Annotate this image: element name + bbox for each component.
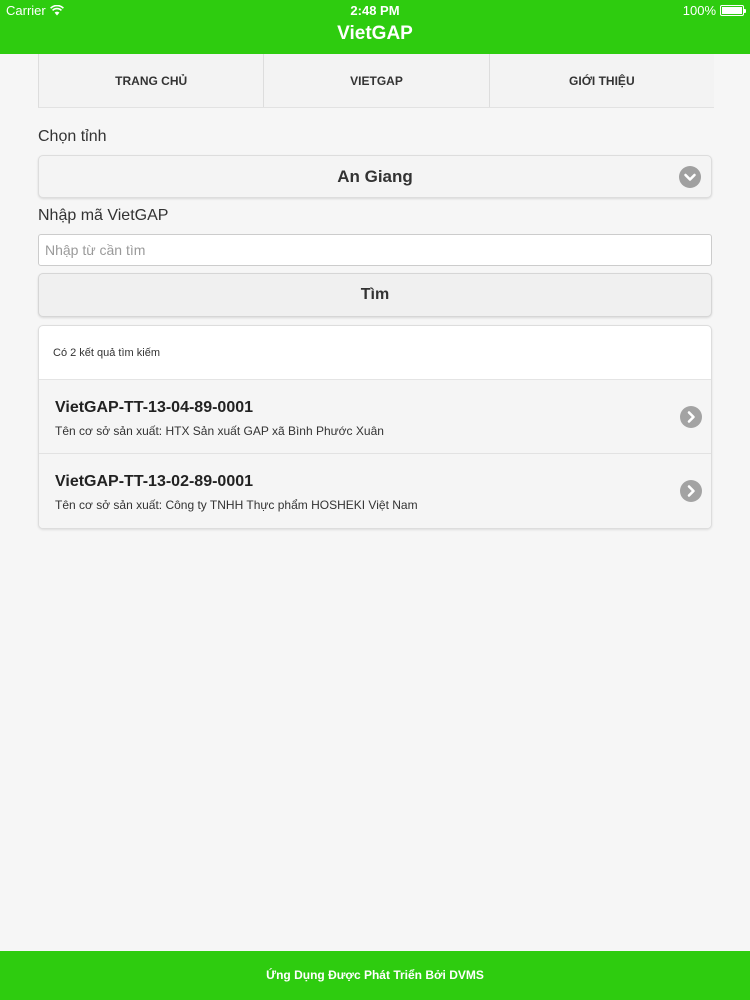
- result-producer: Tên cơ sở sản xuất: Công ty TNHH Thực ph…: [55, 498, 418, 512]
- tab-bar: TRANG CHỦ VIETGAP GIỚI THIỆU: [38, 54, 714, 108]
- results-summary: Có 2 kết quả tìm kiếm: [39, 326, 711, 380]
- tab-about[interactable]: GIỚI THIỆU: [490, 54, 714, 107]
- tab-home[interactable]: TRANG CHỦ: [39, 54, 265, 107]
- province-label: Chọn tỉnh: [38, 128, 107, 145]
- tab-vietgap[interactable]: VIETGAP: [264, 54, 490, 107]
- footer-credit: Ứng Dụng Được Phát Triển Bởi DVMS: [266, 968, 484, 982]
- app-footer: Ứng Dụng Được Phát Triển Bởi DVMS: [0, 951, 750, 1000]
- page-title: VietGAP: [337, 23, 413, 44]
- battery-indicator: 100%: [682, 3, 746, 18]
- result-producer: Tên cơ sở sản xuất: HTX Sản xuất GAP xã …: [55, 424, 384, 438]
- result-item[interactable]: VietGAP-TT-13-04-89-0001 Tên cơ sở sản x…: [39, 380, 711, 454]
- result-code: VietGAP-TT-13-02-89-0001: [55, 473, 254, 490]
- search-button[interactable]: Tìm: [38, 273, 712, 317]
- battery-icon: [720, 5, 746, 16]
- province-select[interactable]: An Giang: [38, 155, 712, 198]
- results-list: Có 2 kết quả tìm kiếm VietGAP-TT-13-04-8…: [38, 325, 712, 529]
- status-time: 2:48 PM: [350, 3, 400, 18]
- chevron-right-circle-icon: [680, 480, 702, 502]
- code-label: Nhập mã VietGAP: [38, 207, 169, 224]
- province-selected-value: An Giang: [337, 166, 413, 186]
- result-code: VietGAP-TT-13-04-89-0001: [55, 399, 254, 416]
- chevron-right-circle-icon: [680, 406, 702, 428]
- chevron-down-circle-icon: [679, 166, 701, 188]
- code-search-input[interactable]: [38, 234, 712, 266]
- battery-percent: 100%: [682, 3, 716, 18]
- result-item[interactable]: VietGAP-TT-13-02-89-0001 Tên cơ sở sản x…: [39, 454, 711, 528]
- app-header: VietGAP: [0, 20, 750, 54]
- status-bar: Carrier 2:48 PM 100%: [0, 0, 750, 20]
